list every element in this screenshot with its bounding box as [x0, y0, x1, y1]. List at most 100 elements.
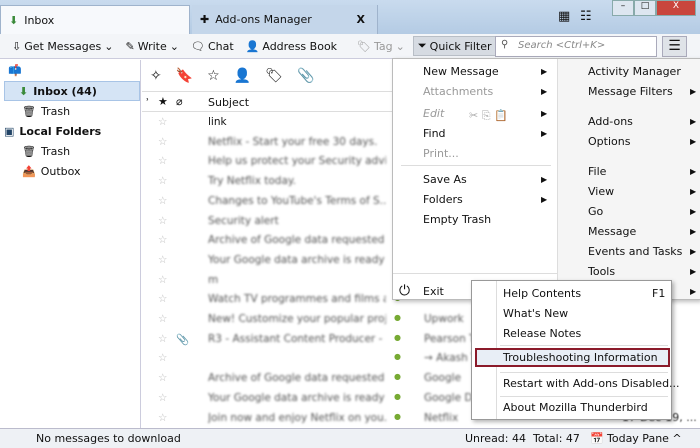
tasks-icon[interactable]: ☷	[580, 9, 592, 24]
chevron-right-icon: ▶	[541, 67, 548, 76]
folder-outbox[interactable]: 📤 Outbox	[22, 161, 81, 181]
today-pane-toggle[interactable]: Today Pane ^	[607, 432, 682, 445]
menu-item-add-ons[interactable]: Add-ons	[588, 115, 633, 128]
folder-local-trash[interactable]: 🗑 Trash	[22, 141, 70, 161]
subject-cell: m	[208, 273, 219, 286]
subject-cell: Try Netflix today.	[208, 175, 296, 188]
folder-local-folders[interactable]: ▣ Local Folders	[4, 121, 101, 141]
trash-icon: 🗑	[22, 104, 36, 118]
star-icon[interactable]: ☆	[158, 274, 167, 286]
menu-item-go[interactable]: Go	[588, 205, 603, 218]
read-status-icon[interactable]: ●	[394, 372, 401, 381]
menu-item-find[interactable]: Find	[423, 127, 446, 140]
star-filter-icon[interactable]: ☆	[207, 68, 220, 84]
menu-item-attachments[interactable]: Attachments	[423, 85, 493, 98]
unread-filter-icon[interactable]: 🔖	[176, 68, 193, 84]
read-status-icon[interactable]: ●	[394, 333, 401, 342]
chat-icon: 🗨	[190, 39, 205, 53]
star-icon[interactable]: ☆	[158, 215, 167, 227]
folder-trash[interactable]: 🗑 Trash	[22, 101, 70, 121]
subject-cell: Your Google data archive is ready	[208, 391, 385, 404]
menu-item-edit[interactable]: Edit	[423, 107, 444, 120]
chevron-down-icon: ⌄	[395, 39, 405, 53]
star-icon[interactable]: ☆	[158, 392, 167, 404]
attachment-filter-icon[interactable]: 📎	[297, 68, 314, 84]
menu-item-troubleshooting-information[interactable]: Troubleshooting Information	[503, 351, 658, 364]
star-icon[interactable]: ☆	[158, 136, 167, 148]
minimize-button[interactable]: –	[612, 0, 634, 16]
correspondent-cell: Netflix	[424, 411, 459, 424]
menu-item-folders[interactable]: Folders	[423, 193, 463, 206]
close-window-button[interactable]: X	[656, 0, 696, 16]
address-book-button[interactable]: 👤 Address Book	[242, 38, 341, 55]
chat-button[interactable]: 🗨 Chat	[187, 38, 238, 55]
menu-item-release-notes[interactable]: Release Notes	[503, 327, 581, 340]
folder-inbox[interactable]: ⬇ Inbox (44)	[4, 81, 140, 101]
menu-item-activity-manager[interactable]: Activity Manager	[588, 65, 681, 78]
app-menu-right: Activity Manager Message Filters ▶ Add-ons ▶…	[557, 59, 700, 299]
star-icon[interactable]: ☆	[158, 254, 167, 266]
star-icon[interactable]: ☆	[158, 412, 167, 424]
menu-item-what-s-new[interactable]: What's New	[503, 307, 568, 320]
star-icon[interactable]: ☆	[158, 155, 167, 167]
contact-filter-icon[interactable]: 👤	[234, 68, 251, 84]
label: Get Messages	[24, 39, 102, 53]
quick-filter-button[interactable]: ⏷ Quick Filter	[412, 36, 497, 56]
write-button[interactable]: ✎ Write ⌄	[121, 38, 182, 55]
chevron-down-icon[interactable]: ⌄	[170, 40, 179, 53]
menu-item-empty-trash[interactable]: Empty Trash	[423, 213, 491, 226]
chevron-down-icon[interactable]: ⌄	[104, 40, 113, 53]
tab-bar: ⬇ Inbox ✚ Add-ons Manager X ▦ ☷ – □ X	[0, 0, 700, 34]
person-icon: 👤	[245, 39, 260, 53]
star-column-icon[interactable]: ★	[158, 95, 168, 108]
menu-item-message[interactable]: Message	[588, 225, 636, 238]
get-messages-button[interactable]: ⇩ Get Messages ⌄	[8, 38, 117, 55]
app-menu-button[interactable]: ☰	[662, 36, 687, 57]
menu-item-new-message[interactable]: New Message	[423, 65, 499, 78]
star-icon[interactable]: ☆	[158, 293, 167, 305]
read-status-icon[interactable]: ●	[394, 412, 401, 421]
menu-item-about-mozilla-thunderbird[interactable]: About Mozilla Thunderbird	[503, 401, 648, 414]
read-status-icon[interactable]: ●	[394, 313, 401, 322]
star-icon[interactable]: ☆	[158, 195, 167, 207]
menu-item-events-and-tasks[interactable]: Events and Tasks	[588, 245, 682, 258]
menu-item-options[interactable]: Options	[588, 135, 630, 148]
star-icon[interactable]: ☆	[158, 352, 167, 364]
star-icon[interactable]: ☆	[158, 313, 167, 325]
tag-filter-icon[interactable]: 🏷	[265, 68, 283, 84]
menu-item-tools[interactable]: Tools	[588, 265, 615, 278]
pin-icon[interactable]: ✧	[150, 68, 162, 84]
subject-cell: Archive of Google data requested	[208, 372, 385, 385]
menu-item-view[interactable]: View	[588, 185, 614, 198]
star-icon[interactable]: ☆	[158, 333, 167, 345]
search-input[interactable]: ⚲ Search <Ctrl+K>	[495, 36, 657, 57]
tab-inbox[interactable]: ⬇ Inbox	[0, 5, 190, 34]
thread-column-icon[interactable]: ʾ	[146, 96, 149, 109]
subject-column-header[interactable]: Subject	[208, 96, 249, 109]
menu-item-print-[interactable]: Print...	[423, 147, 459, 160]
attachment-column-icon[interactable]: ⌀	[176, 95, 183, 108]
read-status-icon[interactable]: ●	[394, 392, 401, 401]
menu-item-restart-with-add-ons-disabled-[interactable]: Restart with Add-ons Disabled...	[503, 377, 680, 390]
menu-item-file[interactable]: File	[588, 165, 606, 178]
calendar-icon[interactable]: ▦	[558, 9, 570, 24]
chevron-right-icon: ▶	[690, 137, 697, 146]
pencil-icon: ✎	[125, 39, 135, 53]
star-icon[interactable]: ☆	[158, 116, 167, 128]
chevron-right-icon: ▶	[690, 287, 697, 296]
star-icon[interactable]: ☆	[158, 234, 167, 246]
star-icon[interactable]: ☆	[158, 372, 167, 384]
star-icon[interactable]: ☆	[158, 175, 167, 187]
label: Outbox	[40, 164, 81, 178]
menu-item-exit[interactable]: Exit	[423, 285, 444, 298]
menu-item-message-filters[interactable]: Message Filters	[588, 85, 673, 98]
tag-button[interactable]: 🏷 Tag ⌄	[353, 38, 409, 55]
tab-addons-manager[interactable]: ✚ Add-ons Manager X	[192, 5, 378, 34]
app-menu: New Message ▶ Attachments ▶ Edit ▶ Find ▶ Print.…	[392, 58, 700, 300]
maximize-button[interactable]: □	[634, 0, 656, 16]
label: Quick Filter	[429, 39, 492, 53]
close-tab-icon[interactable]: X	[357, 13, 365, 26]
menu-item-help-contents[interactable]: Help Contents	[503, 287, 581, 300]
menu-item-save-as[interactable]: Save As	[423, 173, 467, 186]
read-status-icon[interactable]: ●	[394, 352, 401, 361]
